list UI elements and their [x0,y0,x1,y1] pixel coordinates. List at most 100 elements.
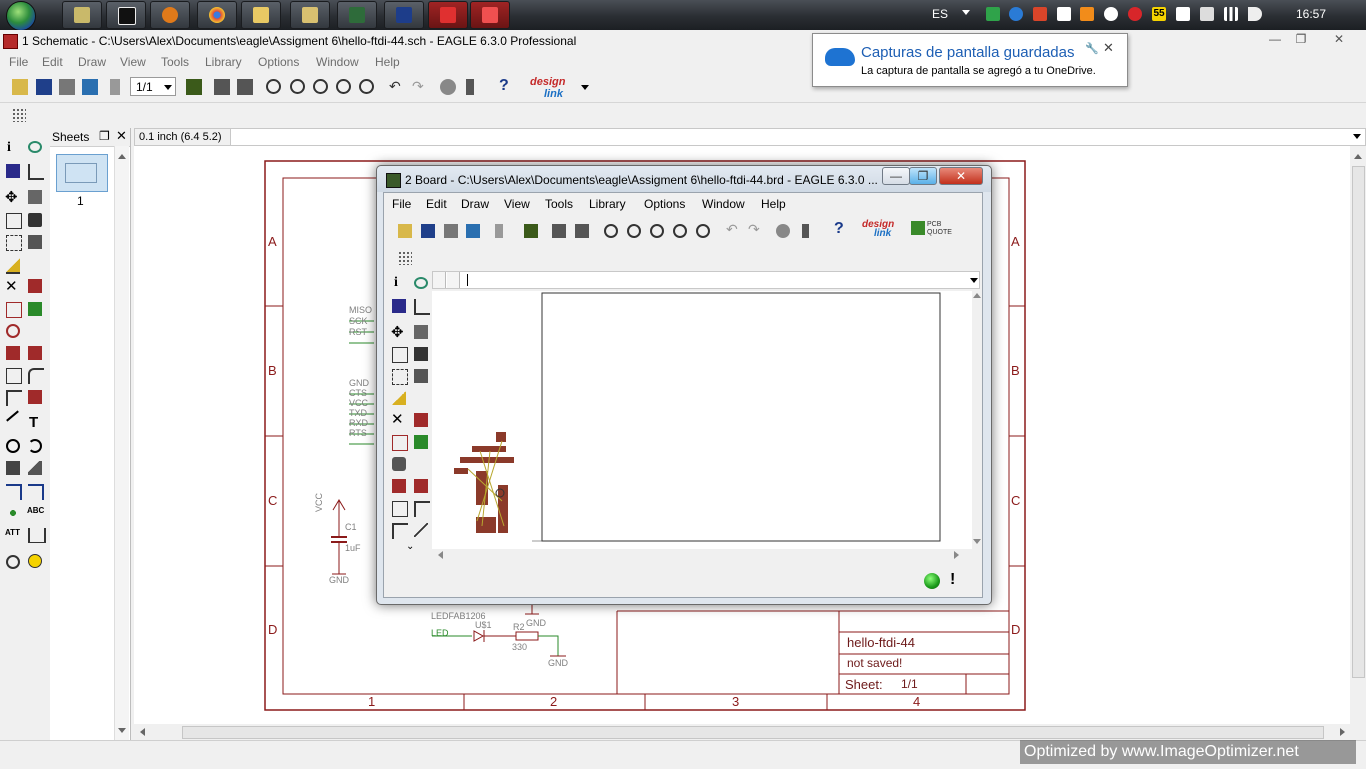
maximize-button[interactable]: ❐ [1288,32,1314,48]
board-grid-icon[interactable] [398,251,412,265]
dimension-icon[interactable] [28,528,46,543]
board-show-icon[interactable] [414,277,428,289]
onedrive-icon[interactable] [1104,7,1118,21]
scroll-down-icon[interactable] [973,539,981,544]
scroll-down-icon[interactable] [118,728,126,733]
sheets-scrollbar[interactable] [114,146,129,740]
float-panel-icon[interactable]: ❐ [99,129,110,143]
sheet-zoom-select[interactable]: 1/1 [130,77,176,96]
command-line[interactable] [134,128,1366,146]
board-coord-button[interactable] [447,272,460,288]
group-icon[interactable] [6,235,22,251]
board-menu-view[interactable]: View [504,197,530,211]
board-library-icon[interactable] [524,224,538,238]
taskbar-app-red[interactable] [428,1,468,29]
print-icon[interactable] [59,79,75,95]
board-display-icon[interactable] [392,299,406,313]
main-window-titlebar[interactable]: 1 Schematic - C:\Users\Alex\Documents\ea… [0,30,1366,52]
clock[interactable]: 16:57 [1296,7,1326,21]
device-icon[interactable] [1200,7,1214,21]
start-button[interactable] [6,1,36,31]
polygon-icon[interactable] [28,461,42,475]
board-command-line[interactable] [432,271,980,289]
volume-icon[interactable] [1248,7,1262,21]
zoom-redraw-icon[interactable] [336,79,351,94]
menu-tools[interactable]: Tools [161,55,189,69]
board-stop-icon[interactable] [776,224,790,238]
save-icon[interactable] [36,79,52,95]
board-menu-options[interactable]: Options [644,197,685,211]
board-rotate-icon[interactable] [414,347,428,361]
canvas-horizontal-scrollbar[interactable] [134,724,1350,740]
menu-draw[interactable]: Draw [78,55,106,69]
menu-window[interactable]: Window [316,55,359,69]
net-icon[interactable] [28,484,44,500]
undo-icon[interactable]: ↶ [389,78,401,95]
wrench-icon[interactable]: 🔧 [1085,42,1099,55]
taskbar-app-isis[interactable] [384,1,424,29]
zoom-fit-icon[interactable] [266,79,281,94]
pinswap-icon[interactable] [6,302,22,318]
vertical-scroll-thumb[interactable] [1352,166,1365,678]
notification-close-icon[interactable]: ✕ [1103,40,1114,56]
board-maximize-button[interactable]: ❐ [909,167,937,185]
minimize-button[interactable]: — [1262,32,1288,48]
taskbar-app-explorer[interactable] [241,1,281,29]
board-mirror-icon[interactable] [392,347,408,363]
board-menu-tools[interactable]: Tools [545,197,573,211]
redo-icon[interactable]: ↷ [412,78,424,95]
board-replace-icon[interactable] [414,435,428,449]
board-designlink-logo[interactable]: design link [862,220,894,239]
board-lock-icon[interactable] [392,457,406,471]
board-undo-icon[interactable]: ↶ [726,221,738,238]
board-minimize-button[interactable]: — [882,167,910,185]
value-icon[interactable] [28,346,42,360]
replace-icon[interactable] [28,302,42,316]
sheet-thumbnail[interactable] [56,154,108,192]
chevron-down-icon[interactable] [962,10,970,15]
board-smash-icon[interactable] [392,501,408,517]
taskbar-app-eagle[interactable] [470,1,510,29]
board-delete-icon[interactable]: ✕ [391,410,404,428]
pcb-quote-label[interactable]: PCB QUOTE [927,221,952,237]
board-paste-icon[interactable] [392,391,406,405]
cloud-icon[interactable] [1009,7,1023,21]
wire-icon[interactable] [6,410,19,422]
flash-icon[interactable] [1033,7,1047,21]
menu-help[interactable]: Help [375,55,400,69]
open-icon[interactable] [12,79,28,95]
board-open-icon[interactable] [398,224,412,238]
board-zoom-redraw-icon[interactable] [673,224,687,238]
board-layer-button[interactable] [433,272,446,288]
miter-icon[interactable] [28,368,44,384]
board-menu-library[interactable]: Library [589,197,626,211]
board-window[interactable]: 2 Board - C:\Users\Alex\Documents\eagle\… [376,165,992,605]
signal-icon[interactable] [1224,7,1238,21]
menu-view[interactable]: View [120,55,146,69]
board-zoom-fit-icon[interactable] [604,224,618,238]
fox-icon[interactable] [1080,7,1094,21]
scroll-left-icon[interactable] [140,728,145,736]
grid-icon[interactable] [12,108,26,122]
rotate-icon[interactable] [28,213,42,227]
mail-icon[interactable] [1128,7,1142,21]
rect-icon[interactable] [6,461,20,475]
go-icon[interactable] [466,79,474,95]
board-name-icon[interactable] [392,479,406,493]
invoke-icon[interactable] [28,390,42,404]
smash-icon[interactable] [6,368,22,384]
board-horizontal-scrollbar[interactable] [432,549,962,561]
cam-icon[interactable] [82,79,98,95]
board-redo-icon[interactable]: ↷ [748,221,760,238]
board-window-titlebar[interactable]: 2 Board - C:\Users\Alex\Documents\eagle\… [377,166,991,192]
scroll-up-icon[interactable] [973,293,981,298]
board-schematic-switch-icon[interactable] [495,224,503,238]
close-panel-icon[interactable]: ✕ [116,128,127,144]
board-menu-edit[interactable]: Edit [426,197,447,211]
taskbar-app-media[interactable] [150,1,190,29]
info-icon[interactable]: i [7,140,11,156]
board-change-icon[interactable] [414,369,428,383]
chevron-down-icon[interactable] [970,278,978,283]
board-info-icon[interactable]: i [394,275,398,291]
chevron-down-icon[interactable] [581,85,589,90]
